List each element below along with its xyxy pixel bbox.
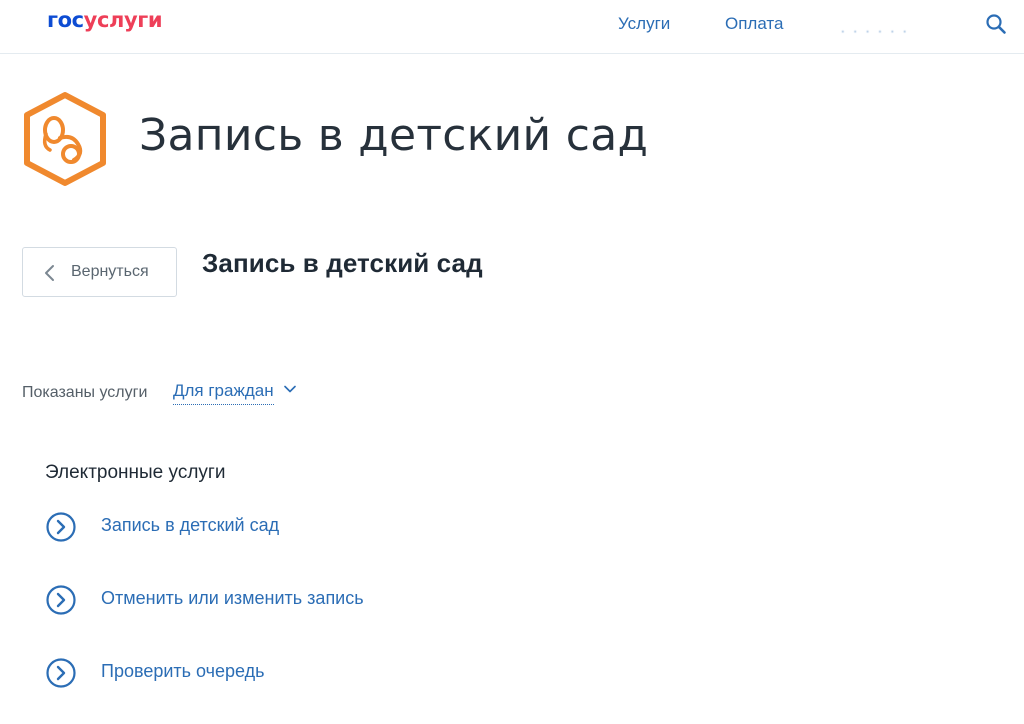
pacifier-icon	[24, 92, 106, 186]
search-icon[interactable]	[985, 13, 1007, 35]
page-title: Запись в детский сад	[139, 110, 649, 161]
chevron-circle-right-icon	[46, 658, 76, 688]
service-link-label: Проверить очередь	[101, 661, 265, 681]
chevron-circle-right-icon	[46, 512, 76, 542]
chevron-circle-right-icon	[46, 585, 76, 615]
chevron-down-icon	[284, 385, 296, 393]
section-title: Запись в детский сад	[202, 248, 483, 278]
filter-selected-value: Для граждан	[173, 381, 274, 405]
chevron-left-icon	[45, 265, 54, 281]
back-button-label: Вернуться	[71, 263, 149, 280]
service-link-label: Отменить или изменить запись	[101, 588, 364, 608]
nav-link-oplata[interactable]: Оплата	[725, 14, 783, 34]
top-header: госуслуги Услуги Оплата · · · · · ·	[0, 0, 1024, 54]
filter-label: Показаны услуги	[22, 384, 148, 401]
electronic-services-heading: Электронные услуги	[45, 462, 226, 483]
nav-link-uslugi[interactable]: Услуги	[618, 14, 670, 34]
service-link-label: Запись в детский сад	[101, 515, 280, 535]
page: госуслуги Услуги Оплата · · · · · · Запи…	[0, 0, 1024, 724]
gosuslugi-logo[interactable]: госуслуги	[47, 8, 163, 32]
nav-link-obscured[interactable]: · · · · · ·	[840, 14, 940, 36]
audience-filter-dropdown[interactable]: Для граждан	[173, 381, 296, 409]
logo-part-gos: гос	[47, 8, 84, 32]
back-button[interactable]: Вернуться	[22, 247, 177, 297]
logo-part-uslugi: услуги	[83, 8, 163, 32]
